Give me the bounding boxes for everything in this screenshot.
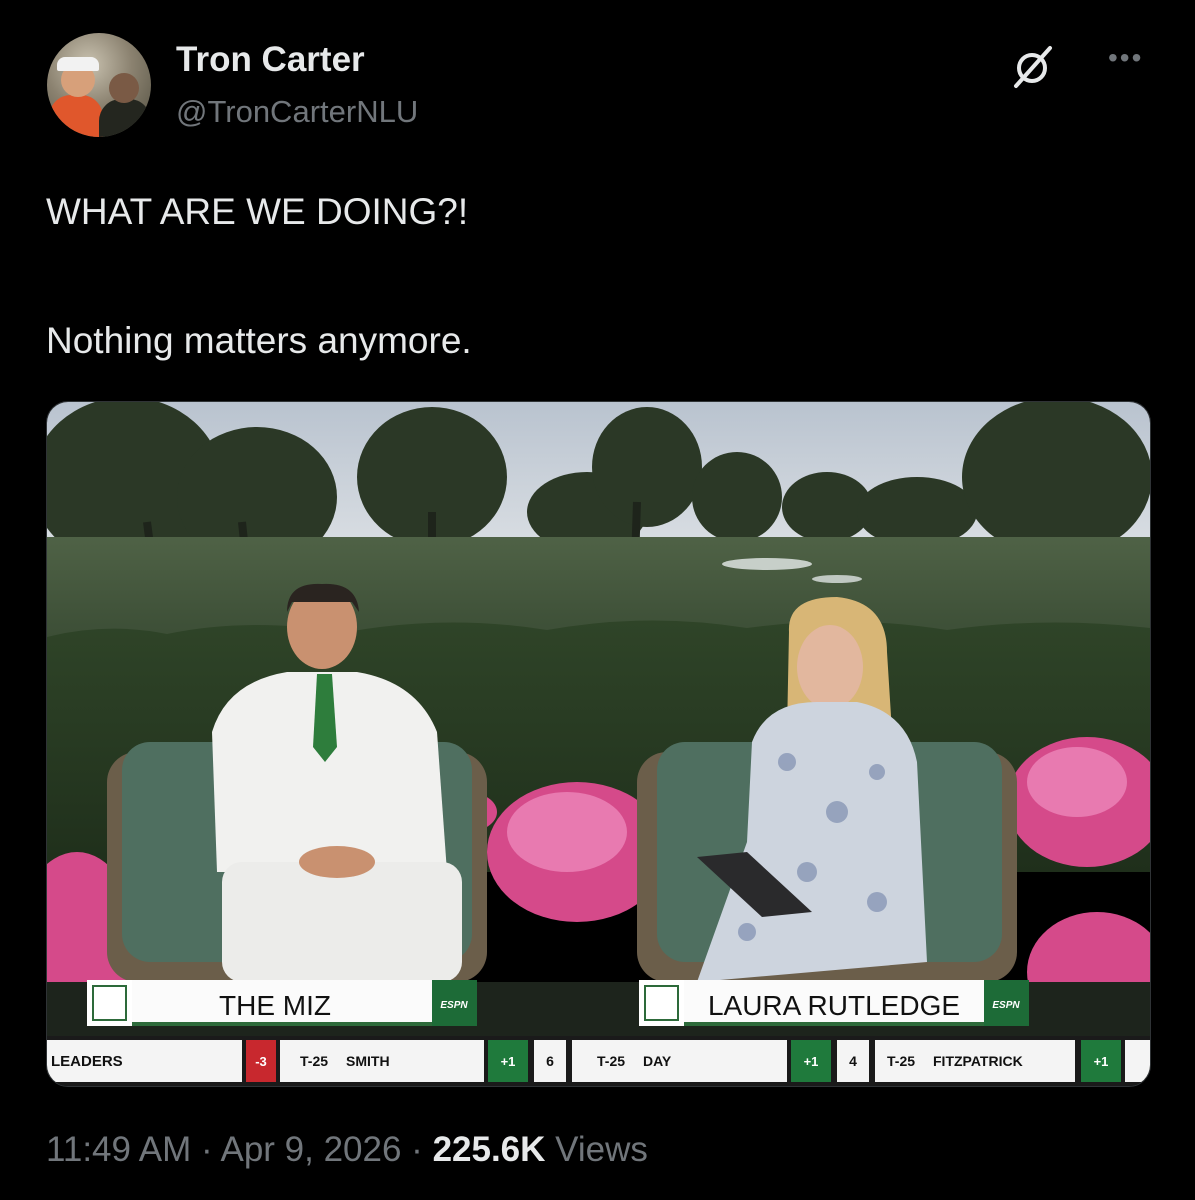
tweet-line-2: Nothing matters anymore.: [46, 320, 472, 361]
views-count[interactable]: 225.6K: [433, 1130, 546, 1169]
tweet-meta: 11:49 AM · Apr 9, 2026 · 225.6K Views: [46, 1130, 648, 1170]
author-handle[interactable]: @TronCarterNLU: [176, 94, 418, 130]
svg-text:-3: -3: [255, 1054, 267, 1069]
leaderboard-ticker: LEADERS -3 T-25 SMITH +1 6 T-25 DAY +1 4…: [47, 1036, 1150, 1086]
meta-separator: ·: [201, 1130, 213, 1169]
lower-third-right: LAURA RUTLEDGE ESPN: [639, 980, 1029, 1026]
svg-text:T-25: T-25: [597, 1053, 625, 1069]
lower-third-left-name: THE MIZ: [219, 990, 331, 1021]
views-label: Views: [555, 1130, 648, 1169]
svg-text:6: 6: [546, 1053, 554, 1069]
svg-text:4: 4: [849, 1053, 857, 1069]
svg-text:+1: +1: [501, 1054, 516, 1069]
author-avatar[interactable]: [47, 33, 151, 137]
ticker-label: LEADERS: [51, 1053, 123, 1070]
svg-text:FITZPATRICK: FITZPATRICK: [933, 1053, 1023, 1069]
author-name[interactable]: Tron Carter: [176, 40, 365, 80]
lower-third-left: THE MIZ ESPN: [87, 980, 477, 1026]
tweet-media-image[interactable]: THE MIZ ESPN LAURA RUTLEDGE ESPN LEADERS…: [46, 401, 1151, 1087]
more-icon[interactable]: •••: [1108, 44, 1150, 72]
tweet-time[interactable]: 11:49 AM: [46, 1130, 191, 1169]
svg-text:DAY: DAY: [643, 1053, 672, 1069]
tweet-line-1: WHAT ARE WE DOING?!: [46, 191, 469, 232]
lower-third-right-name: LAURA RUTLEDGE: [708, 990, 960, 1021]
tweet-text: WHAT ARE WE DOING?! Nothing matters anym…: [46, 188, 472, 365]
grok-icon[interactable]: [1008, 42, 1058, 92]
espn-logo-left: ESPN: [440, 1000, 468, 1011]
svg-text:SMITH: SMITH: [346, 1053, 390, 1069]
svg-text:+1: +1: [1094, 1054, 1109, 1069]
meta-separator: ·: [411, 1130, 423, 1169]
svg-text:T-25: T-25: [300, 1053, 328, 1069]
espn-logo-right: ESPN: [992, 1000, 1020, 1011]
svg-text:T-25: T-25: [887, 1053, 915, 1069]
tweet-date[interactable]: Apr 9, 2026: [220, 1130, 401, 1169]
svg-text:+1: +1: [804, 1054, 819, 1069]
